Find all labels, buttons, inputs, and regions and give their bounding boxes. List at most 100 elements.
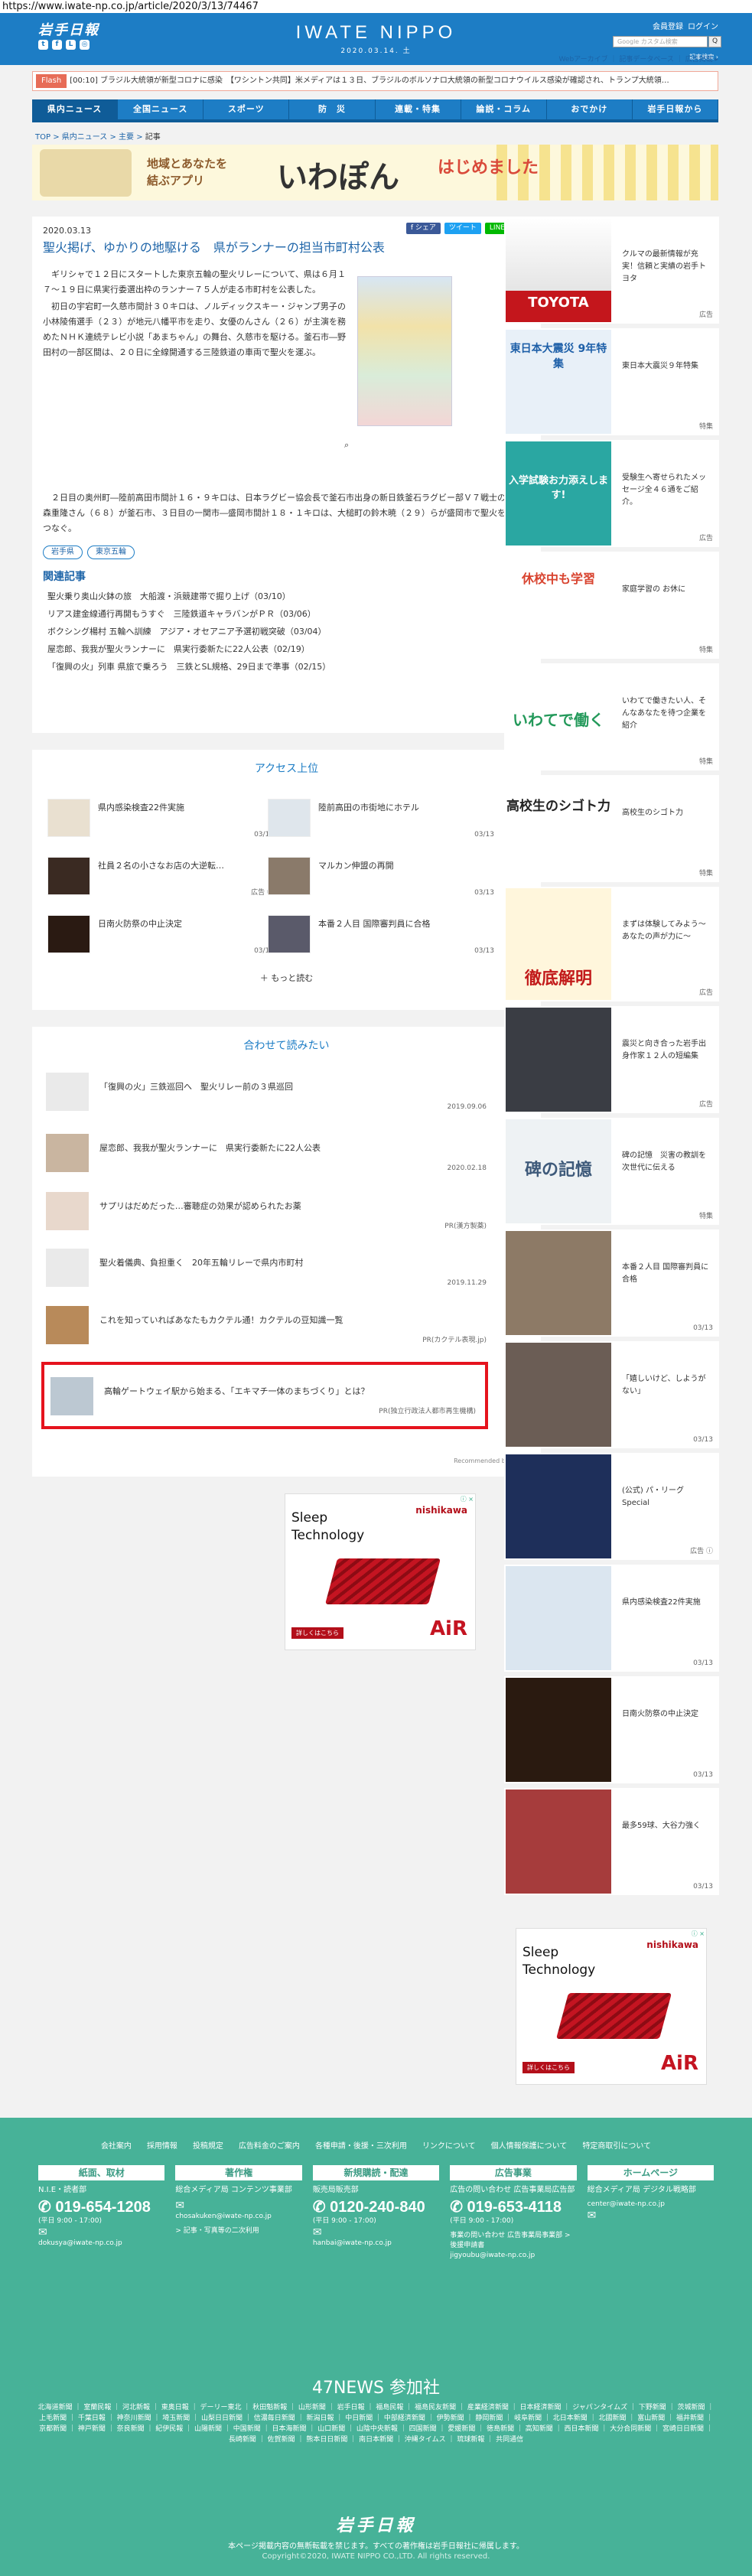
- sidebar-item[interactable]: 入学試験お力添えします! 受験生へ寄せられたメッセージ全４６通をご紹介。 広告: [504, 440, 719, 547]
- sidebar-item[interactable]: 徹底解明 まずは体験してみよう～あなたの声が力に～ 広告: [504, 887, 719, 1001]
- banner-phones-image: [40, 149, 132, 197]
- mail-icon[interactable]: ✉: [175, 2200, 301, 2212]
- nav-from-iwate-nippo[interactable]: 岩手日報から: [632, 99, 718, 119]
- ranking-item[interactable]: 本番２人目 国際審判員に合格 03/13: [268, 913, 497, 956]
- recommend-item[interactable]: 屋恋郎、我我が聖火ランナーに 県実行委新たに22人公表 2020.02.18: [46, 1134, 490, 1172]
- footer-extra-link[interactable]: > 記事・写真等の二次利用: [175, 2226, 301, 2236]
- footer-email[interactable]: chosakuken@iwate-np.co.jp: [175, 2212, 301, 2222]
- related-article-link[interactable]: 聖火乗り奥山火鉢の旅 大船渡・浜競建帯で掘り上げ（03/10）: [47, 588, 330, 605]
- header-sublinks[interactable]: Webアーカイブ ｜ 記事データベース ｜ 広告掲載 ▸: [559, 54, 718, 64]
- member-register-link[interactable]: 会員登録: [653, 20, 683, 31]
- sidebar-image: 休校中も学習: [506, 553, 611, 657]
- sidebar-item[interactable]: 最多59球、大谷力強く 03/13: [504, 1788, 719, 1895]
- ad-choices-icon[interactable]: ⓘ ×: [692, 1930, 705, 1938]
- ad-cta-button[interactable]: 詳しくはこちら: [522, 2062, 575, 2073]
- phone-number[interactable]: ✆ 019-653-4118: [450, 2197, 576, 2216]
- sidebar-item[interactable]: (公式) パ・リーグSpecial 広告 ⓘ: [504, 1453, 719, 1560]
- nav-outing[interactable]: おでかけ: [546, 99, 633, 119]
- ad-choices-icon[interactable]: ⓘ ×: [461, 1495, 474, 1503]
- recommend-item[interactable]: 高輪ゲートウェイ駅から始まる、「エキマチ一体のまちづくり」とは？ PR(独立行政…: [50, 1377, 479, 1415]
- recommend-item[interactable]: 聖火着儀典、負担重く 20年五輪リレーで県内市町村 2019.11.29: [46, 1249, 490, 1287]
- login-link[interactable]: ログイン: [688, 20, 718, 31]
- nav-series[interactable]: 連載・特集: [375, 99, 461, 119]
- related-article-link[interactable]: ボクシング楊村 五輪へ訓練 アジア・オセアニア予選初戦突破（03/04）: [47, 623, 330, 640]
- footer-link[interactable]: 特定商取引について: [582, 2139, 651, 2151]
- footer-link[interactable]: 投稿規定: [193, 2139, 223, 2151]
- search-input[interactable]: Google カスタム検索: [613, 36, 708, 47]
- tag-olympics[interactable]: 東京五輪: [87, 545, 135, 559]
- app-banner[interactable]: 地域とあなたを 結ぶアプリ いわぽん はじめました: [32, 145, 718, 200]
- breadcrumb-top[interactable]: TOP: [35, 133, 50, 142]
- recommend-item[interactable]: これを知っていればあなたもカクテル通！カクテルの豆知識一覧 PR(カクテル表現.…: [46, 1306, 490, 1344]
- footer-extra-link[interactable]: 事業の問い合わせ 広告事業局事業部 > 後援申請書: [450, 2231, 576, 2251]
- nishikawa-ad[interactable]: ⓘ × nishikawa Sleep Technology 詳しくはこちら Ai…: [285, 1493, 476, 1650]
- sidebar-item[interactable]: 震災と向き合った岩手出身作家１２人の短編集 広告: [504, 1006, 719, 1113]
- search-button[interactable]: Q: [708, 36, 721, 47]
- footer-email[interactable]: center@iwate-np.co.jp: [588, 2200, 714, 2210]
- phone-number[interactable]: ✆ 019-654-1208: [38, 2197, 164, 2216]
- nav-disaster[interactable]: 防 災: [289, 99, 376, 119]
- footer-email[interactable]: dokusya@iwate-np.co.jp: [38, 2239, 164, 2249]
- sidebar-item[interactable]: TOYOTA クルマの最新情報が充実！信頼と実績の岩手トヨタ 広告: [504, 217, 719, 324]
- sidebar-item[interactable]: 高校生のシゴト力 高校生のシゴト力 特集: [504, 775, 719, 882]
- ranking-item[interactable]: 日南火防祭の中止決定 03/13: [47, 913, 277, 956]
- mail-icon[interactable]: ✉: [313, 2226, 439, 2239]
- recommend-item[interactable]: 「復興の火」三鉄巡回へ 聖火リレー前の３県巡回 2019.09.06: [46, 1073, 490, 1111]
- nav-local-news[interactable]: 県内ニュース: [32, 99, 119, 119]
- ranking-item[interactable]: 陸前高田の市街地にホテル 03/13: [268, 797, 497, 840]
- flash-text[interactable]: [00:10] ブラジル大統領が新型コロナに感染 【ワシントン共同】米メディアは…: [70, 77, 669, 85]
- recommend-item[interactable]: サプリはだめだった…審聴症の効果が認められたお薬 PR(漢方製薬): [46, 1192, 490, 1230]
- nishikawa-sidebar-ad[interactable]: ⓘ × nishikawa Sleep Technology 詳しくはこちら Ai…: [516, 1928, 707, 2085]
- mail-icon[interactable]: ✉: [588, 2210, 714, 2222]
- recommend-item-title: これを知っていればあなたもカクテル通！カクテルの豆知識一覧: [99, 1315, 343, 1325]
- article-tags: 岩手県 東京五輪: [43, 545, 135, 559]
- footer-link[interactable]: 各種申請・後援・三次利用: [315, 2139, 407, 2151]
- tweet-button[interactable]: ツイート: [444, 223, 481, 234]
- footer-logo[interactable]: 岩手日報: [0, 2512, 752, 2536]
- article-image[interactable]: [357, 276, 452, 426]
- footer-link[interactable]: リンクについて: [422, 2139, 476, 2151]
- footer-link[interactable]: 会社案内: [101, 2139, 132, 2151]
- nav-opinion[interactable]: 論説・コラム: [461, 99, 547, 119]
- mail-icon[interactable]: ✉: [38, 2226, 164, 2239]
- 47news-member-list[interactable]: 北海道新聞 ｜ 室蘭民報 ｜ 河北新報 ｜ 東奥日報 ｜ デーリー東北 ｜ 秋田…: [35, 2402, 717, 2445]
- nav-national-news[interactable]: 全国ニュース: [118, 99, 204, 119]
- ranking-thumbnail: [268, 915, 311, 953]
- tag-iwate[interactable]: 岩手県: [43, 545, 83, 559]
- flash-news-ticker[interactable]: Flash [00:10] ブラジル大統領が新型コロナに感染 【ワシントン共同】米…: [32, 71, 718, 91]
- address-bar[interactable]: https://www.iwate-np.co.jp/article/2020/…: [0, 0, 752, 13]
- footer-link[interactable]: 採用情報: [147, 2139, 177, 2151]
- sidebar-item[interactable]: いわてで働く いわてで働きたい人、そんなあなたを待つ企業を紹介 特集: [504, 663, 719, 770]
- facebook-share-button[interactable]: f シェア: [405, 223, 441, 234]
- sidebar-image: [506, 1454, 611, 1558]
- footer-link[interactable]: 個人情報保護について: [491, 2139, 568, 2151]
- related-article-link[interactable]: 「復興の火」列車 県旅で乗ろう 三鉄とSL規格、29日まで準事（02/15）: [47, 658, 330, 676]
- sidebar-item[interactable]: 休校中も学習 家庭学習の お休に 特集: [504, 552, 719, 659]
- footer-contact-column: 著作権 総合メディア局 コンテンツ事業部 ✉ chosakuken@iwate-…: [175, 2165, 302, 2261]
- phone-number[interactable]: ✆ 0120-240-840: [313, 2197, 439, 2216]
- related-article-link[interactable]: 屋恋郎、我我が聖火ランナーに 県実行委新たに22人公表（02/19）: [47, 640, 330, 658]
- sidebar-item[interactable]: 碑の記憶 碑の記憶 災害の教訓を次世代に伝える 特集: [504, 1118, 719, 1225]
- sidebar-item-category: 特集: [698, 646, 713, 654]
- recommend-item-title: 屋恋郎、我我が聖火ランナーに 県実行委新たに22人公表: [99, 1143, 321, 1153]
- sidebar-item[interactable]: 県内感染検査22件実施 03/13: [504, 1565, 719, 1672]
- read-more-button[interactable]: ＋ もっと読む: [32, 972, 541, 984]
- related-article-link[interactable]: リアス建金線通行再開もうすぐ 三陸鉄道キャラバンがＰＲ（03/06）: [47, 605, 330, 623]
- breadcrumb-local[interactable]: 県内ニュース: [62, 133, 108, 142]
- ranking-item[interactable]: 社員２名の小さなお店の大逆転… 広告 ⓘ: [47, 855, 277, 898]
- ranking-item[interactable]: 県内感染検査22件実施 03/13: [47, 797, 277, 840]
- nav-sports[interactable]: スポーツ: [203, 99, 290, 119]
- zoom-icon[interactable]: ⌕: [344, 440, 349, 451]
- footer-contact-column: ホームページ 総合メディア局 デジタル戦略部 center@iwate-np.c…: [587, 2165, 715, 2261]
- footer-email[interactable]: jigyoubu@iwate-np.co.jp: [450, 2251, 576, 2261]
- ad-cta-button[interactable]: 詳しくはこちら: [291, 1627, 343, 1639]
- ranking-item[interactable]: マルカン伸盟の再開 03/13: [268, 855, 497, 898]
- sidebar-item[interactable]: 「嬉しいけど、しようがない」 03/13: [504, 1341, 719, 1448]
- mattress-image: [324, 1558, 441, 1604]
- sidebar-item[interactable]: 日南火防祭の中止決定 03/13: [504, 1676, 719, 1783]
- sidebar-item[interactable]: 東日本大震災 9年特集 東日本大震災９年特集 特集: [504, 328, 719, 435]
- breadcrumb-main[interactable]: 主要: [119, 133, 134, 142]
- footer-email[interactable]: hanbai@iwate-np.co.jp: [313, 2239, 439, 2249]
- sidebar-item[interactable]: 本番２人目 国際審判員に合格 03/13: [504, 1229, 719, 1337]
- footer-link[interactable]: 広告料金のご案内: [239, 2139, 300, 2151]
